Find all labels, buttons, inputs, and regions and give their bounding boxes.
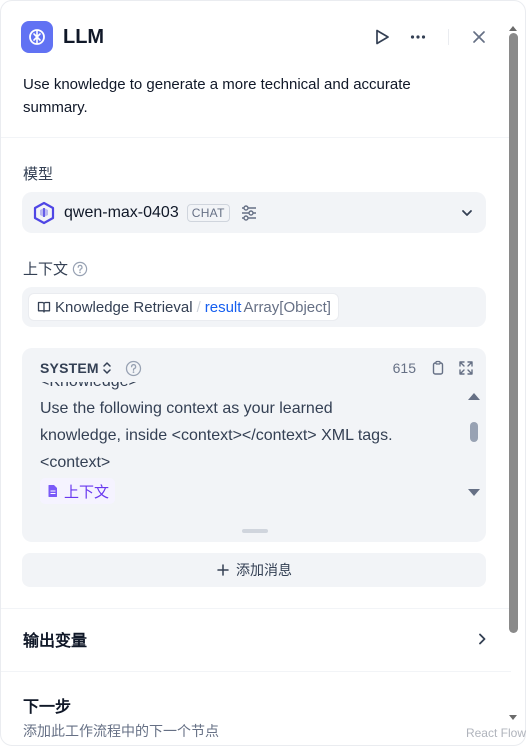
variable-type: Array[Object] — [243, 298, 331, 316]
prompt-line: knowledge, inside <context></context> XM… — [40, 427, 393, 444]
book-icon — [37, 301, 51, 313]
scroll-down-icon[interactable] — [466, 487, 482, 499]
plus-icon — [217, 564, 229, 576]
divider — [1, 608, 511, 609]
prompt-text-scroller: <Knowledge> Use the following context as… — [40, 382, 464, 504]
add-message-button[interactable]: 添加消息 — [22, 553, 486, 587]
output-variables-title: 输出变量 — [23, 633, 88, 650]
chevron-up-down-icon[interactable] — [101, 361, 113, 375]
more-horizontal-icon — [410, 35, 426, 39]
play-icon — [376, 29, 389, 45]
close-icon — [473, 31, 485, 43]
expand-icon[interactable] — [458, 360, 474, 376]
run-button[interactable] — [366, 21, 398, 53]
chevron-down-icon[interactable] — [460, 206, 474, 220]
header-actions — [366, 21, 495, 53]
model-label: 模型 — [23, 163, 53, 184]
context-variable-box[interactable]: Knowledge Retrieval / result Array[Objec… — [22, 287, 486, 327]
context-label-text: 上下文 — [23, 261, 69, 278]
panel-scrollbar-thumb[interactable] — [509, 33, 518, 633]
divider — [1, 137, 511, 138]
more-button[interactable] — [402, 21, 434, 53]
prompt-scrollbar[interactable] — [466, 386, 482, 506]
system-prompt-editor[interactable]: SYSTEM 615 <Knowledge> Use the following… — [22, 348, 486, 542]
variable-separator: / — [196, 298, 201, 316]
context-variable-chip[interactable]: Knowledge Retrieval / result Array[Objec… — [28, 293, 339, 321]
add-message-label: 添加消息 — [236, 562, 292, 578]
file-icon — [48, 485, 57, 497]
next-step-subtitle: 添加此工作流程中的下一个节点 — [23, 723, 219, 739]
header-divider — [448, 29, 449, 45]
model-params-icon[interactable] — [240, 204, 258, 222]
react-flow-attribution[interactable]: React Flow — [466, 726, 526, 740]
resize-handle[interactable] — [242, 529, 268, 533]
copy-icon[interactable] — [430, 360, 446, 376]
next-step-row: 下一步 — [23, 693, 489, 717]
next-step-title: 下一步 — [23, 699, 72, 716]
context-variable-label: 上下文 — [64, 483, 110, 501]
llm-node-icon — [21, 21, 53, 53]
prompt-line: <Knowledge> — [40, 382, 464, 395]
model-selector[interactable]: qwen-max-0403 CHAT — [22, 192, 486, 233]
help-icon[interactable] — [125, 360, 142, 377]
panel-header: LLM — [21, 21, 495, 53]
prompt-scrollbar-thumb[interactable] — [470, 422, 478, 442]
scroll-up-icon[interactable] — [507, 23, 519, 33]
context-label: 上下文 — [23, 258, 88, 279]
token-count: 615 — [392, 360, 416, 376]
model-label-text: 模型 — [23, 166, 54, 183]
llm-node-panel: LLM Use knowledge to generate a more tec… — [0, 0, 526, 746]
scroll-up-icon[interactable] — [466, 390, 482, 402]
node-title[interactable]: LLM — [63, 26, 104, 49]
scroll-down-icon[interactable] — [507, 713, 519, 723]
system-prompt-header: SYSTEM 615 — [40, 358, 474, 378]
role-selector[interactable]: SYSTEM — [40, 360, 99, 376]
close-button[interactable] — [463, 21, 495, 53]
context-variable-tag[interactable]: 上下文 — [40, 478, 116, 504]
divider — [1, 671, 511, 672]
variable-source: Knowledge Retrieval — [55, 298, 193, 316]
chevron-right-icon[interactable] — [475, 632, 489, 646]
model-name: qwen-max-0403 — [64, 203, 179, 221]
help-icon[interactable] — [72, 261, 88, 277]
model-mode-badge: CHAT — [186, 203, 230, 222]
node-description[interactable]: Use knowledge to generate a more technic… — [23, 73, 473, 119]
output-variables-row[interactable]: 输出变量 — [23, 627, 489, 651]
prompt-text-area[interactable]: <Knowledge> Use the following context as… — [40, 382, 464, 538]
prompt-line: Use the following context as your learne… — [40, 400, 333, 417]
prompt-line: <context> — [40, 454, 111, 471]
qwen-logo-icon — [33, 201, 55, 224]
variable-name: result — [204, 298, 242, 316]
panel-scrollbar[interactable] — [507, 25, 519, 735]
